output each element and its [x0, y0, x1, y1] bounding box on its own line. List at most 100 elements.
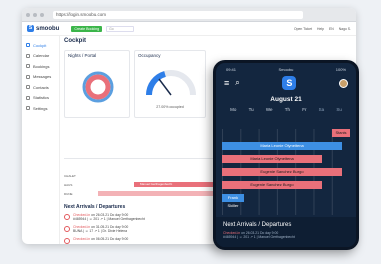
checkin-icon: [64, 237, 70, 244]
phone-arrivals-title: Next Arrivals / Departures: [223, 222, 292, 228]
help-link[interactable]: Help: [317, 27, 324, 31]
sidebar-item-contacts[interactable]: Contacts: [22, 82, 59, 93]
weekday-label: Su: [336, 107, 342, 112]
bookings-icon: [26, 64, 30, 69]
weekday-label: Mo: [230, 107, 237, 112]
mobile-app-preview: 09:41 Smoobu 100% ≡ ⌕ S August 21 Mo Tu …: [213, 60, 359, 250]
window-close-dot[interactable]: [26, 12, 30, 17]
window-maximize-dot[interactable]: [40, 12, 44, 17]
checkin-icon: [64, 225, 70, 232]
timeline-booking-bar[interactable]: [98, 191, 232, 196]
weekday-label: Tu: [248, 107, 254, 112]
arrivals-list: Next Arrivals / Departures Checked-in on…: [64, 204, 204, 244]
arrival-status: Checked-in: [73, 224, 91, 229]
arrival-status: Checked-in: [223, 231, 241, 235]
user-menu[interactable]: Nago S.: [339, 27, 351, 31]
list-item[interactable]: Checked-in on 06.05.21 Do day 9:00: [64, 237, 204, 244]
sidebar-item-label: Statistics: [33, 95, 50, 101]
sidebar-item-label: Messages: [33, 74, 52, 80]
weekday-label: We: [265, 107, 273, 112]
window-minimize-dot[interactable]: [33, 12, 37, 17]
arrival-date: on 26.03.21 Do day 9:00: [91, 213, 129, 217]
list-item[interactable]: Checked-in on 31.05.21 Do day 9:00 BUNA |…: [64, 225, 204, 234]
checkin-icon: [64, 214, 70, 220]
arrivals-title: Next Arrivals / Departures: [64, 204, 126, 210]
calendar-icon: [26, 53, 30, 58]
arrival-date: on 26.03.21 Do day 9:00: [241, 231, 279, 235]
language-select[interactable]: EN: [329, 27, 334, 31]
page-title: Cockpit: [64, 38, 87, 44]
smoobu-logo-icon: S: [27, 25, 34, 32]
timeline-row-haus: HAUS: [64, 183, 73, 187]
sidebar-item-statistics[interactable]: Statistics: [22, 93, 59, 104]
search-input[interactable]: Go: [106, 25, 135, 32]
nights-portal-card: Nights / Portal: [64, 50, 130, 118]
booking-bar[interactable]: Eugenie Sanchez Burgo: [222, 168, 342, 176]
arrival-detail: #465944 | ☺ 201 ↗ 1 | Manuel Gerthagenbe…: [223, 235, 295, 240]
phone-time: 09:41: [226, 67, 237, 72]
calendar-grid: Stanis Maria Leonie Olyneitena Maria Leo…: [222, 129, 350, 215]
occupancy-caption: 27.00% occupied: [156, 105, 184, 109]
booking-bar[interactable]: Maria Leonie Olyneitena: [222, 142, 342, 150]
list-item[interactable]: Checked-in on 26.03.21 Do day 9:00 #46594…: [64, 213, 204, 222]
messages-icon: [26, 74, 30, 79]
brand-name: smoobu: [36, 25, 60, 32]
sidebar-item-bookings[interactable]: Bookings: [22, 61, 59, 72]
occupancy-card: Occupancy 27.00% occupied: [134, 50, 206, 118]
booking-bar[interactable]: Frank Skiller: [222, 194, 244, 208]
sidebar-item-label: Cockpit: [33, 42, 47, 48]
weekday-label: Th: [284, 107, 290, 112]
phone-battery: 100%: [335, 67, 346, 72]
sidebar-item-calendar[interactable]: Calendar: [22, 51, 59, 62]
sidebar-item-label: Settings: [33, 105, 48, 111]
statistics-icon: [26, 95, 30, 100]
arrival-status: Checked-in: [73, 213, 91, 217]
arrival-date: on 06.05.21 Do day 9:00: [91, 236, 129, 241]
phone-arrivals: Next Arrivals / Departures Checked-in on…: [216, 217, 356, 247]
browser-chrome: https://login.smoobu.com: [22, 8, 356, 22]
occupancy-gauge: [146, 70, 196, 96]
app-header: S smoobu Create Booking Go Open Ticket H…: [22, 22, 356, 36]
brand-logo[interactable]: S smoobu: [27, 25, 59, 32]
booking-bar[interactable]: Maria Leonie Olyneitena: [222, 155, 322, 163]
smoobu-app-icon: S: [282, 76, 297, 90]
occupancy-card-title: Occupancy: [138, 53, 161, 58]
sidebar-item-settings[interactable]: Settings: [22, 103, 59, 114]
open-ticket-link[interactable]: Open Ticket: [294, 27, 312, 31]
address-bar[interactable]: https://login.smoobu.com: [53, 10, 303, 19]
booking-bar[interactable]: Stanis: [332, 129, 350, 137]
weekday-label: Fr: [302, 107, 307, 112]
sidebar-item-messages[interactable]: Messages: [22, 72, 59, 83]
sidebar-item-label: Contacts: [33, 84, 49, 90]
nights-donut-chart: [82, 71, 114, 103]
settings-icon: [26, 106, 30, 111]
phone-topbar: ≡ ⌕ S: [216, 72, 356, 94]
sidebar-item-label: Calendar: [33, 53, 50, 59]
weekday-header: Mo Tu We Th Fr Sa Su: [216, 103, 356, 112]
sidebar-item-label: Bookings: [33, 63, 50, 69]
nights-card-title: Nights / Portal: [68, 53, 97, 58]
header-actions: Open Ticket Help EN Nago S.: [294, 27, 351, 31]
timeline-row-dune: DUNE: [64, 192, 73, 196]
cockpit-icon: [26, 43, 30, 48]
gauge-needle: [158, 78, 172, 96]
timeline-chart: CHALET HAUS DUNE Manuel Gerthagenbecht: [64, 150, 232, 200]
phone-carrier: Smoobu: [278, 67, 294, 72]
booking-bar[interactable]: Eugenie Sanchez Burgo: [222, 181, 322, 189]
sidebar-item-cockpit[interactable]: Cockpit: [22, 40, 59, 51]
donut-inner-ring: [85, 74, 111, 100]
create-booking-button[interactable]: Create Booking: [71, 25, 103, 32]
timeline-row-chalet: CHALET: [64, 174, 76, 178]
search-icon[interactable]: ⌕: [235, 78, 239, 88]
sidebar: Cockpit Calendar Bookings Messages Conta…: [22, 36, 60, 244]
arrival-detail: #465944 | ☺ 201 ↗ 1 | Manuel Gerthagenbe…: [73, 217, 145, 222]
hamburger-menu-icon[interactable]: ≡: [224, 78, 229, 88]
weekday-label: Sa: [318, 107, 325, 112]
contacts-icon: [26, 85, 30, 90]
arrival-date: on 31.05.21 Do day 9:00: [91, 224, 129, 229]
list-item[interactable]: Checked-in on 26.03.21 Do day 9:00 #4659…: [223, 231, 349, 240]
arrival-detail: BUNA | ☺ 17 ↗ 1 | Dr. Dixie Helena: [73, 229, 128, 234]
avatar[interactable]: [339, 78, 348, 88]
calendar-date: August 21: [270, 96, 302, 103]
arrival-status: Checked-in: [73, 236, 91, 241]
